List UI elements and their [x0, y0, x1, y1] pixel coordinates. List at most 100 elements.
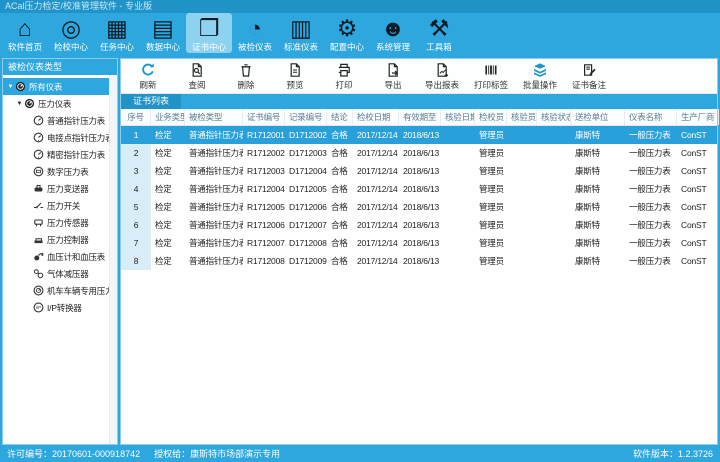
- table-row-5[interactable]: 5检定普通指针压力表R1712005D1712006合格2017/12/1420…: [121, 198, 717, 216]
- tree-node--[interactable]: 压力控制器: [3, 231, 117, 248]
- nav-item-toolbox[interactable]: ⚒工具箱: [416, 13, 462, 53]
- column-header-device_name[interactable]: 仪表名称: [625, 109, 677, 125]
- column-header-result[interactable]: 结论: [327, 109, 353, 125]
- expand-arrow-icon[interactable]: ▼: [6, 84, 15, 90]
- preview-doc-icon: [278, 62, 312, 79]
- standard-device-icon: ▥: [278, 14, 324, 42]
- tree-node--[interactable]: 气体减压器: [3, 265, 117, 282]
- action-preview-doc[interactable]: 预览: [278, 62, 312, 91]
- trash-icon: [229, 62, 263, 79]
- cell-review_status: [537, 180, 571, 198]
- nav-item-calibration-target[interactable]: ◎检校中心: [48, 13, 94, 53]
- tab-certificate-list[interactable]: 证书列表: [121, 94, 181, 109]
- column-header-cert_no[interactable]: 证书编号: [243, 109, 285, 125]
- tree-node-i-p-[interactable]: I/PI/P转换器: [3, 299, 117, 316]
- nav-item-gauge[interactable]: ◔被检仪表: [232, 13, 278, 53]
- nav-item-data-monitor[interactable]: ▤数据中心: [140, 13, 186, 53]
- main-panel: 刷新 查阅删除预览 打印导出导出报表打印标签批量操作证书备注 证书列表 序号业务类型…: [120, 58, 718, 445]
- calendar-icon: ▦: [94, 14, 140, 42]
- tree-node--[interactable]: ▼压力仪表: [3, 95, 117, 112]
- loco-gauge-icon: [33, 285, 46, 296]
- table-row-8[interactable]: 8检定普通指针压力表R1712008D1712009合格2017/12/1420…: [121, 252, 717, 270]
- cell-seq: 2: [121, 144, 151, 162]
- cell-cert_no: R1712008: [243, 252, 285, 270]
- cell-record_no: D1712002: [285, 126, 327, 144]
- sidebar-scrollbar[interactable]: [109, 75, 117, 444]
- cell-review_date: [441, 144, 475, 162]
- column-header-verifier[interactable]: 检校员: [475, 109, 507, 125]
- cell-customer: 康斯特: [571, 234, 625, 252]
- column-header-verify_date[interactable]: 检校日期: [353, 109, 399, 125]
- cell-reviewer: [507, 180, 537, 198]
- column-header-valid_until[interactable]: 有效期至: [399, 109, 441, 125]
- tree-node--[interactable]: 机车车辆专用压力表: [3, 282, 117, 299]
- action-batch-layers[interactable]: 批量操作: [523, 62, 557, 91]
- cell-device_type: 普通指针压力表: [185, 234, 243, 252]
- cell-verifier: 管理员: [475, 252, 507, 270]
- nav-item-standard-device[interactable]: ▥标准仪表: [278, 13, 324, 53]
- action-printer[interactable]: 打印: [327, 62, 361, 91]
- tree-node--[interactable]: 普通指针压力表: [3, 112, 117, 129]
- action-label: 刷新: [139, 80, 156, 90]
- action-export-doc[interactable]: 导出: [376, 62, 410, 91]
- tree-node--[interactable]: 精密指针压力表: [3, 146, 117, 163]
- cell-device_name: 一般压力表: [625, 234, 677, 252]
- license-number: 许可编号：20170601-000918742: [7, 449, 140, 459]
- cell-biz_type: 检定: [151, 180, 185, 198]
- nav-item-certificate[interactable]: ❐证书中心: [186, 13, 232, 53]
- column-header-review_status[interactable]: 核验状态: [537, 109, 571, 125]
- column-header-review_date[interactable]: 核验日期: [441, 109, 475, 125]
- column-header-record_no[interactable]: 记录编号: [285, 109, 327, 125]
- table-row-3[interactable]: 3检定普通指针压力表R1712003D1712004合格2017/12/1420…: [121, 162, 717, 180]
- table-row-7[interactable]: 7检定普通指针压力表R1712007D1712008合格2017/12/1420…: [121, 234, 717, 252]
- cell-valid_until: 2018/6/13: [399, 234, 441, 252]
- column-header-biz_type[interactable]: 业务类型: [151, 109, 185, 125]
- cell-cert_no: R1712003: [243, 162, 285, 180]
- cell-reviewer: [507, 126, 537, 144]
- nav-item-admin-user[interactable]: ☻系统管理: [370, 13, 416, 53]
- tree-node--[interactable]: 电接点指针压力表: [3, 129, 117, 146]
- action-label: 预览: [286, 80, 303, 90]
- expand-arrow-icon[interactable]: ▼: [15, 101, 24, 107]
- column-header-seq[interactable]: 序号: [121, 109, 151, 125]
- nav-item-home[interactable]: ⌂软件首页: [2, 13, 48, 53]
- cell-review_status: [537, 216, 571, 234]
- cell-result: 合格: [327, 126, 353, 144]
- column-header-customer[interactable]: 送检单位: [571, 109, 625, 125]
- action-print-label[interactable]: 打印标签: [474, 62, 508, 91]
- data-monitor-icon: ▤: [140, 14, 186, 42]
- cell-review_status: [537, 234, 571, 252]
- nav-item-label: 任务中心: [94, 42, 140, 53]
- nav-item-calendar[interactable]: ▦任务中心: [94, 13, 140, 53]
- cell-review_date: [441, 126, 475, 144]
- cell-device_name: 一般压力表: [625, 144, 677, 162]
- printer-icon: [327, 62, 361, 79]
- cell-verifier: 管理员: [475, 216, 507, 234]
- nav-item-gear[interactable]: ⚙配置中心: [324, 13, 370, 53]
- switch-icon: [33, 200, 46, 211]
- action-label: 证书备注: [572, 80, 606, 90]
- action-export-report[interactable]: 导出报表: [425, 62, 459, 91]
- table-row-6[interactable]: 6检定普通指针压力表R1712006D1712007合格2017/12/1420…: [121, 216, 717, 234]
- cell-device_type: 普通指针压力表: [185, 216, 243, 234]
- table-row-2[interactable]: 2检定普通指针压力表R1712002D1712003合格2017/12/1420…: [121, 144, 717, 162]
- cell-customer: 康斯特: [571, 198, 625, 216]
- tree-node--[interactable]: 压力开关: [3, 197, 117, 214]
- tree-node--[interactable]: 血压计和血压表: [3, 248, 117, 265]
- tree-node-label: 精密指针压力表: [47, 149, 105, 161]
- table-row-1[interactable]: 1检定普通指针压力表R1712001D1712002合格2017/12/1420…: [121, 126, 717, 144]
- column-header-reviewer[interactable]: 核验员: [507, 109, 537, 125]
- action-certificate-note[interactable]: 证书备注: [572, 62, 606, 91]
- action-trash[interactable]: 删除: [229, 62, 263, 91]
- column-header-device_type[interactable]: 被检类型: [185, 109, 243, 125]
- tree-node--[interactable]: 压力传感器: [3, 214, 117, 231]
- action-view-doc[interactable]: 查阅: [180, 62, 214, 91]
- table-row-4[interactable]: 4检定普通指针压力表R1712004D1712005合格2017/12/1420…: [121, 180, 717, 198]
- tree-node--[interactable]: 数字压力表: [3, 163, 117, 180]
- column-header-manufacturer[interactable]: 生产厂商: [677, 109, 719, 125]
- tree-node--[interactable]: 压力变送器: [3, 180, 117, 197]
- action-refresh[interactable]: 刷新: [131, 62, 165, 91]
- tree-node--[interactable]: ▼所有仪表: [3, 78, 117, 95]
- cell-reviewer: [507, 162, 537, 180]
- cell-biz_type: 检定: [151, 144, 185, 162]
